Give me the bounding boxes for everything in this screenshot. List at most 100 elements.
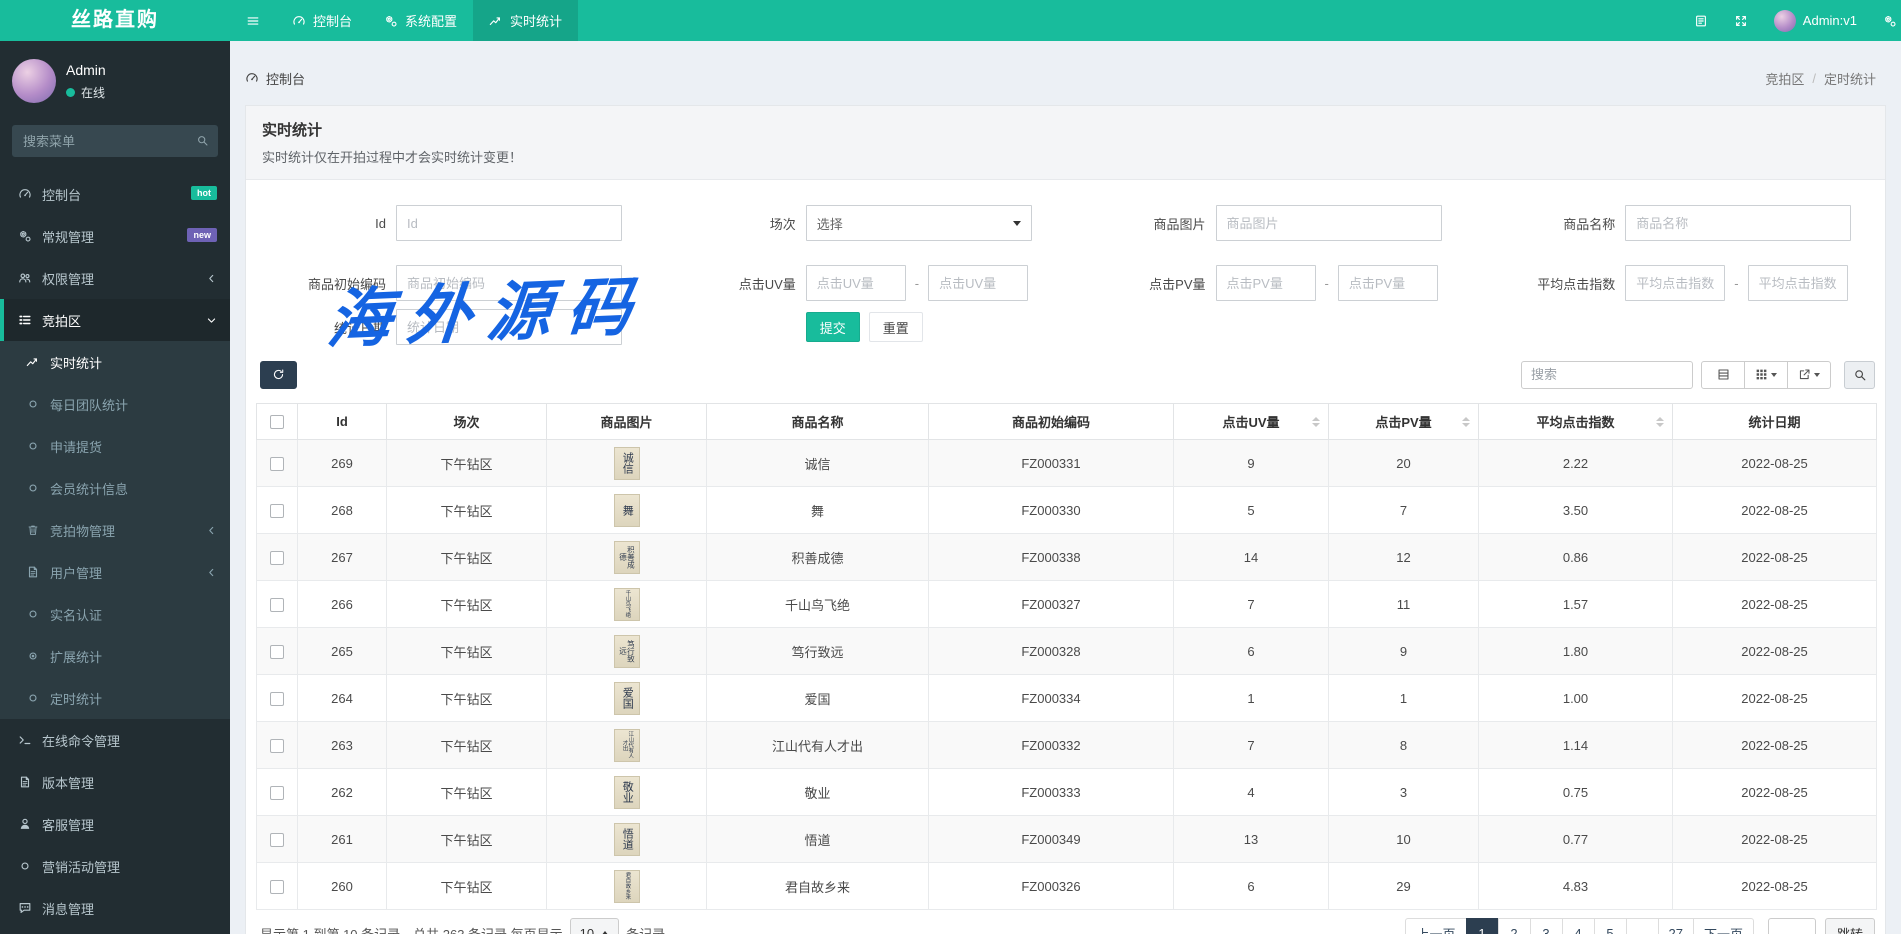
breadcrumb-section[interactable]: 竞拍区 <box>1765 69 1804 88</box>
sidebar-item-dashboard[interactable]: 控制台hot <box>0 173 230 215</box>
table-row[interactable]: 265下午钻区笃行致远笃行致远FZ000328691.802022-08-25 <box>257 628 1877 675</box>
id-input[interactable] <box>396 205 622 241</box>
session-select[interactable]: 选择 <box>806 205 1032 241</box>
row-checkbox[interactable] <box>270 645 284 659</box>
breadcrumb[interactable]: 控制台 <box>245 69 305 88</box>
row-checkbox[interactable] <box>270 692 284 706</box>
pv-max-input[interactable] <box>1338 265 1438 301</box>
product-image-input[interactable] <box>1216 205 1442 241</box>
sidebar-item-general-management[interactable]: 常规管理new <box>0 215 230 257</box>
product-code-input[interactable] <box>396 265 622 301</box>
avg-index-min-input[interactable] <box>1625 265 1725 301</box>
page-jump-input[interactable] <box>1768 918 1816 934</box>
uv-max-input[interactable] <box>928 265 1028 301</box>
table-row[interactable]: 268下午钻区舞舞FZ000330573.502022-08-25 <box>257 487 1877 534</box>
product-thumbnail[interactable]: 积善成德 <box>614 541 640 574</box>
sidebar-item-realtime-stats[interactable]: 实时统计 <box>0 341 230 383</box>
table-row[interactable]: 266下午钻区千山鸟飞绝千山鸟飞绝FZ0003277111.572022-08-… <box>257 581 1877 628</box>
sidebar-item-extended-stats[interactable]: 扩展统计 <box>0 635 230 677</box>
page-button-4[interactable]: 4 <box>1562 918 1595 934</box>
row-checkbox[interactable] <box>270 880 284 894</box>
cell-code: FZ000330 <box>929 487 1174 534</box>
table-search-input[interactable] <box>1521 361 1693 389</box>
page-button-5[interactable]: 5 <box>1594 918 1627 934</box>
product-thumbnail[interactable]: 君自故乡来 <box>614 870 640 903</box>
columns-button[interactable] <box>1744 361 1788 389</box>
card-view-button[interactable] <box>1701 361 1745 389</box>
row-checkbox[interactable] <box>270 786 284 800</box>
select-all-checkbox[interactable] <box>270 415 284 429</box>
page-button-3[interactable]: 3 <box>1530 918 1563 934</box>
product-thumbnail[interactable]: 悟道 <box>614 823 640 856</box>
nav-system-config[interactable]: 系统配置 <box>368 0 473 41</box>
nav-realtime-stats[interactable]: 实时统计 <box>473 0 578 41</box>
sidebar-item-auction-item-management[interactable]: 竞拍物管理 <box>0 509 230 551</box>
table-row[interactable]: 267下午钻区积善成德积善成德FZ00033814120.862022-08-2… <box>257 534 1877 581</box>
fullscreen-button[interactable] <box>1721 0 1761 41</box>
product-thumbnail[interactable]: 诚信 <box>614 447 640 480</box>
export-button[interactable] <box>1787 361 1831 389</box>
settings-button[interactable] <box>1870 0 1901 41</box>
sidebar-item-user-management[interactable]: 用户管理 <box>0 551 230 593</box>
sidebar-item-customer-service-management[interactable]: 客服管理 <box>0 803 230 845</box>
row-checkbox[interactable] <box>270 551 284 565</box>
product-name-input[interactable] <box>1625 205 1851 241</box>
pv-min-input[interactable] <box>1216 265 1316 301</box>
sidebar-item-permission-management[interactable]: 权限管理 <box>0 257 230 299</box>
sidebar-item-pickup-apply[interactable]: 申请提货 <box>0 425 230 467</box>
uv-min-input[interactable] <box>806 265 906 301</box>
sidebar-item-member-stats-info[interactable]: 会员统计信息 <box>0 467 230 509</box>
sidebar-item-marketing-activity-management[interactable]: 营销活动管理 <box>0 845 230 887</box>
row-checkbox[interactable] <box>270 457 284 471</box>
sidebar-item-realname-auth[interactable]: 实名认证 <box>0 593 230 635</box>
row-checkbox[interactable] <box>270 739 284 753</box>
search-icon[interactable] <box>196 134 209 147</box>
product-thumbnail[interactable]: 爱国 <box>614 682 640 715</box>
document-panel-button[interactable] <box>1681 0 1721 41</box>
product-thumbnail[interactable]: 敬业 <box>614 776 640 809</box>
sidebar-item-timed-stats[interactable]: 定时统计 <box>0 677 230 719</box>
sidebar-item-daily-team-stats[interactable]: 每日团队统计 <box>0 383 230 425</box>
cell-name: 君自故乡来 <box>707 863 929 910</box>
brand-logo[interactable]: 丝路直购 <box>0 0 230 41</box>
sidebar-item-auction-zone[interactable]: 竞拍区 <box>0 299 230 341</box>
product-thumbnail[interactable]: 笃行致远 <box>614 635 640 668</box>
product-thumbnail[interactable]: 江山代有人才出 <box>614 729 640 762</box>
table-row[interactable]: 260下午钻区君自故乡来君自故乡来FZ0003266294.832022-08-… <box>257 863 1877 910</box>
sidebar-item-version-management[interactable]: 版本管理 <box>0 761 230 803</box>
row-checkbox[interactable] <box>270 504 284 518</box>
table-row[interactable]: 264下午钻区爱国爱国FZ000334111.002022-08-25 <box>257 675 1877 722</box>
sidebar-item-message-management[interactable]: 消息管理 <box>0 887 230 929</box>
avatar[interactable] <box>12 59 56 103</box>
reset-button[interactable]: 重置 <box>869 312 923 342</box>
stats-date-input[interactable] <box>396 309 622 345</box>
page-button-2[interactable]: 2 <box>1498 918 1531 934</box>
row-checkbox[interactable] <box>270 833 284 847</box>
nav-dashboard[interactable]: 控制台 <box>276 0 368 41</box>
page-button-27[interactable]: 27 <box>1658 918 1694 934</box>
page-button-1[interactable]: 1 <box>1466 918 1499 934</box>
product-thumbnail[interactable]: 千山鸟飞绝 <box>614 588 640 621</box>
sidebar-item-online-command-management[interactable]: 在线命令管理 <box>0 719 230 761</box>
next-page-button[interactable]: 下一页 <box>1693 918 1754 934</box>
ellipsis-page-button[interactable]: ... <box>1626 918 1659 934</box>
row-checkbox[interactable] <box>270 598 284 612</box>
avg-index-max-input[interactable] <box>1748 265 1848 301</box>
page-jump-button[interactable]: 跳转 <box>1825 918 1875 934</box>
prev-page-button[interactable]: 上一页 <box>1405 918 1466 934</box>
table-row[interactable]: 261下午钻区悟道悟道FZ00034913100.772022-08-25 <box>257 816 1877 863</box>
sidebar-toggle-button[interactable] <box>230 0 276 41</box>
advanced-search-button[interactable] <box>1844 361 1875 389</box>
table-row[interactable]: 269下午钻区诚信诚信FZ0003319202.222022-08-25 <box>257 440 1877 487</box>
menu-search-input[interactable] <box>12 125 218 157</box>
user-menu[interactable]: Admin:v1 <box>1761 0 1870 41</box>
table-row[interactable]: 263下午钻区江山代有人才出江山代有人才出FZ000332781.142022-… <box>257 722 1877 769</box>
submit-button[interactable]: 提交 <box>806 312 860 342</box>
table-row[interactable]: 262下午钻区敬业敬业FZ000333430.752022-08-25 <box>257 769 1877 816</box>
page-size-select[interactable]: 10 <box>570 918 619 934</box>
refresh-button[interactable] <box>260 361 297 389</box>
header-avg-index[interactable]: 平均点击指数 <box>1479 404 1673 440</box>
product-thumbnail[interactable]: 舞 <box>614 494 640 527</box>
header-pv[interactable]: 点击PV量 <box>1329 404 1479 440</box>
header-uv[interactable]: 点击UV量 <box>1174 404 1329 440</box>
